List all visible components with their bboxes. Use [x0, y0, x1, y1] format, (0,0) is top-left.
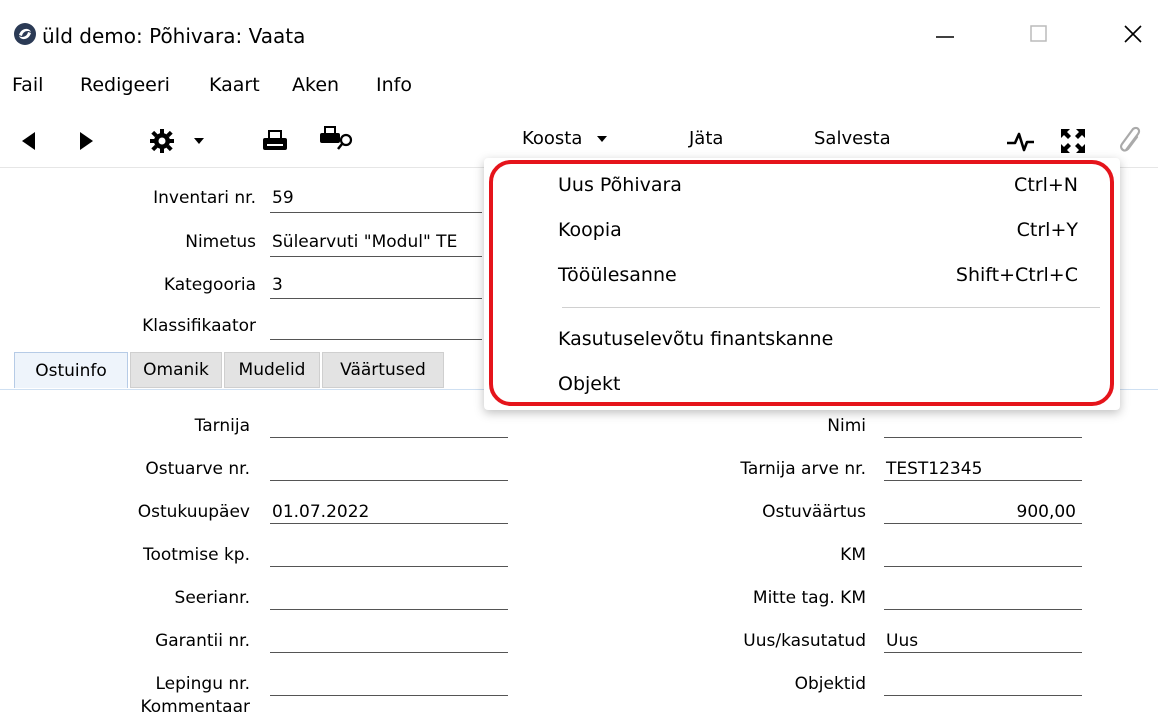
- mitte-tag-km-label: Mitte tag. KM: [752, 588, 866, 608]
- menu-item-label: Tööülesanne: [558, 264, 677, 286]
- tarnija-label: Tarnija: [194, 416, 250, 436]
- app-logo-icon: [14, 23, 36, 45]
- tab-mudelid[interactable]: Mudelid: [224, 352, 320, 388]
- settings-button[interactable]: [143, 124, 211, 156]
- klassifikaator-label: Klassifikaator: [142, 316, 256, 336]
- tootmise-kp-label: Tootmise kp.: [142, 545, 250, 565]
- ostuvaartus-label: Ostuväärtus: [762, 502, 866, 522]
- tarnija-underline: [270, 437, 508, 438]
- objektid-label: Objektid: [794, 674, 866, 694]
- ostuarve-nr-underline: [270, 480, 508, 481]
- ostuvaartus-underline: [884, 523, 1082, 524]
- menu-info[interactable]: Info: [376, 74, 412, 96]
- lepingu-nr-underline: [270, 695, 508, 696]
- menu-item-label: Uus Põhivara: [558, 174, 682, 196]
- menu-item-shortcut: Shift+Ctrl+C: [955, 264, 1078, 286]
- garantii-nr-underline: [270, 652, 508, 653]
- nimetus-underline: [270, 256, 482, 257]
- print-icon[interactable]: [262, 128, 288, 152]
- menu-redigeeri[interactable]: Redigeeri: [80, 74, 170, 96]
- menu-bar: [0, 68, 1158, 104]
- forward-arrow-icon[interactable]: [78, 130, 96, 152]
- maximize-button[interactable]: [1016, 14, 1062, 54]
- gear-icon: [150, 129, 174, 153]
- nimi-label: Nimi: [827, 416, 866, 436]
- minimize-button[interactable]: [922, 14, 968, 54]
- print-preview-icon[interactable]: [320, 124, 356, 152]
- menu-item-label: Objekt: [558, 373, 621, 395]
- menu-item-koopia[interactable]: Koopia Ctrl+Y: [500, 215, 1108, 249]
- ostukuupaev-value[interactable]: 01.07.2022: [272, 502, 369, 522]
- tab-vaartused[interactable]: Väärtused: [322, 352, 444, 388]
- maximize-icon: [1030, 25, 1047, 42]
- menu-item-shortcut: Ctrl+Y: [1016, 219, 1078, 241]
- kategooria-label: Kategooria: [163, 275, 256, 295]
- menu-item-shortcut: Ctrl+N: [1014, 174, 1078, 196]
- ostukuupaev-label: Ostukuupäev: [137, 502, 250, 522]
- tarnija-arve-nr-underline: [884, 480, 1082, 481]
- menu-aken[interactable]: Aken: [292, 74, 339, 96]
- nimi-underline: [884, 437, 1082, 438]
- kategooria-value[interactable]: 3: [272, 275, 283, 295]
- expand-icon[interactable]: [1060, 128, 1086, 154]
- kategooria-underline: [270, 298, 482, 299]
- menu-fail[interactable]: Fail: [12, 74, 43, 96]
- uus-kasutatud-value[interactable]: Uus: [886, 631, 918, 651]
- menu-item-objekt[interactable]: Objekt: [500, 369, 1108, 403]
- chevron-down-icon: [597, 136, 608, 142]
- inventari-nr-label: Inventari nr.: [153, 188, 256, 208]
- chevron-down-icon: [194, 138, 204, 144]
- km-label: KM: [840, 545, 866, 565]
- salvesta-button[interactable]: Salvesta: [814, 128, 891, 149]
- inventari-nr-value[interactable]: 59: [272, 188, 294, 208]
- menu-item-label: Kasutuselevõtu finantskanne: [558, 328, 834, 350]
- uus-kasutatud-label: Uus/kasutatud: [743, 631, 866, 651]
- menu-item-kasutuselevotu-finantskanne[interactable]: Kasutuselevõtu finantskanne: [500, 324, 1108, 358]
- tarnija-arve-nr-label: Tarnija arve nr.: [740, 459, 866, 479]
- nimetus-label: Nimetus: [185, 232, 256, 252]
- kommentaar-label: Kommentaar: [140, 697, 250, 717]
- seerianr-label: Seerianr.: [174, 588, 250, 608]
- ostuvaartus-value[interactable]: 900,00: [886, 502, 1076, 522]
- mitte-tag-km-underline: [884, 609, 1082, 610]
- inventari-nr-underline: [270, 212, 482, 213]
- koosta-label: Koosta: [522, 128, 583, 149]
- lepingu-nr-label: Lepingu nr.: [155, 674, 251, 694]
- menu-item-tooulesanne[interactable]: Tööülesanne Shift+Ctrl+C: [500, 260, 1108, 294]
- ostukuupaev-underline: [270, 523, 508, 524]
- seerianr-underline: [270, 609, 508, 610]
- back-arrow-icon[interactable]: [19, 130, 37, 152]
- jata-button[interactable]: Jäta: [689, 128, 723, 149]
- tab-omanik[interactable]: Omanik: [130, 352, 222, 388]
- nimetus-value[interactable]: Sülearvuti "Modul" TE: [272, 232, 482, 252]
- uus-kasutatud-underline: [884, 652, 1082, 653]
- tarnija-arve-nr-value[interactable]: TEST12345: [886, 459, 982, 479]
- close-icon: [1124, 25, 1142, 43]
- koosta-button[interactable]: Koosta: [522, 128, 608, 149]
- menu-item-uus-pohivara[interactable]: Uus Põhivara Ctrl+N: [500, 170, 1108, 204]
- minimize-icon: [936, 36, 954, 38]
- objektid-underline: [884, 695, 1082, 696]
- tab-ostuinfo[interactable]: Ostuinfo: [14, 352, 128, 388]
- window-title: üld demo: Põhivara: Vaata: [42, 24, 306, 48]
- close-button[interactable]: [1110, 14, 1156, 54]
- menu-item-label: Koopia: [558, 219, 622, 241]
- title-bar: üld demo: Põhivara: Vaata: [0, 0, 1158, 62]
- klassifikaator-underline: [270, 339, 482, 340]
- menu-separator: [562, 307, 1100, 308]
- ostuarve-nr-label: Ostuarve nr.: [145, 459, 250, 479]
- garantii-nr-label: Garantii nr.: [155, 631, 250, 651]
- activity-icon[interactable]: [1006, 130, 1036, 154]
- km-underline: [884, 566, 1082, 567]
- tootmise-kp-underline: [270, 566, 508, 567]
- attachment-icon[interactable]: [1118, 124, 1144, 156]
- menu-kaart[interactable]: Kaart: [209, 74, 260, 96]
